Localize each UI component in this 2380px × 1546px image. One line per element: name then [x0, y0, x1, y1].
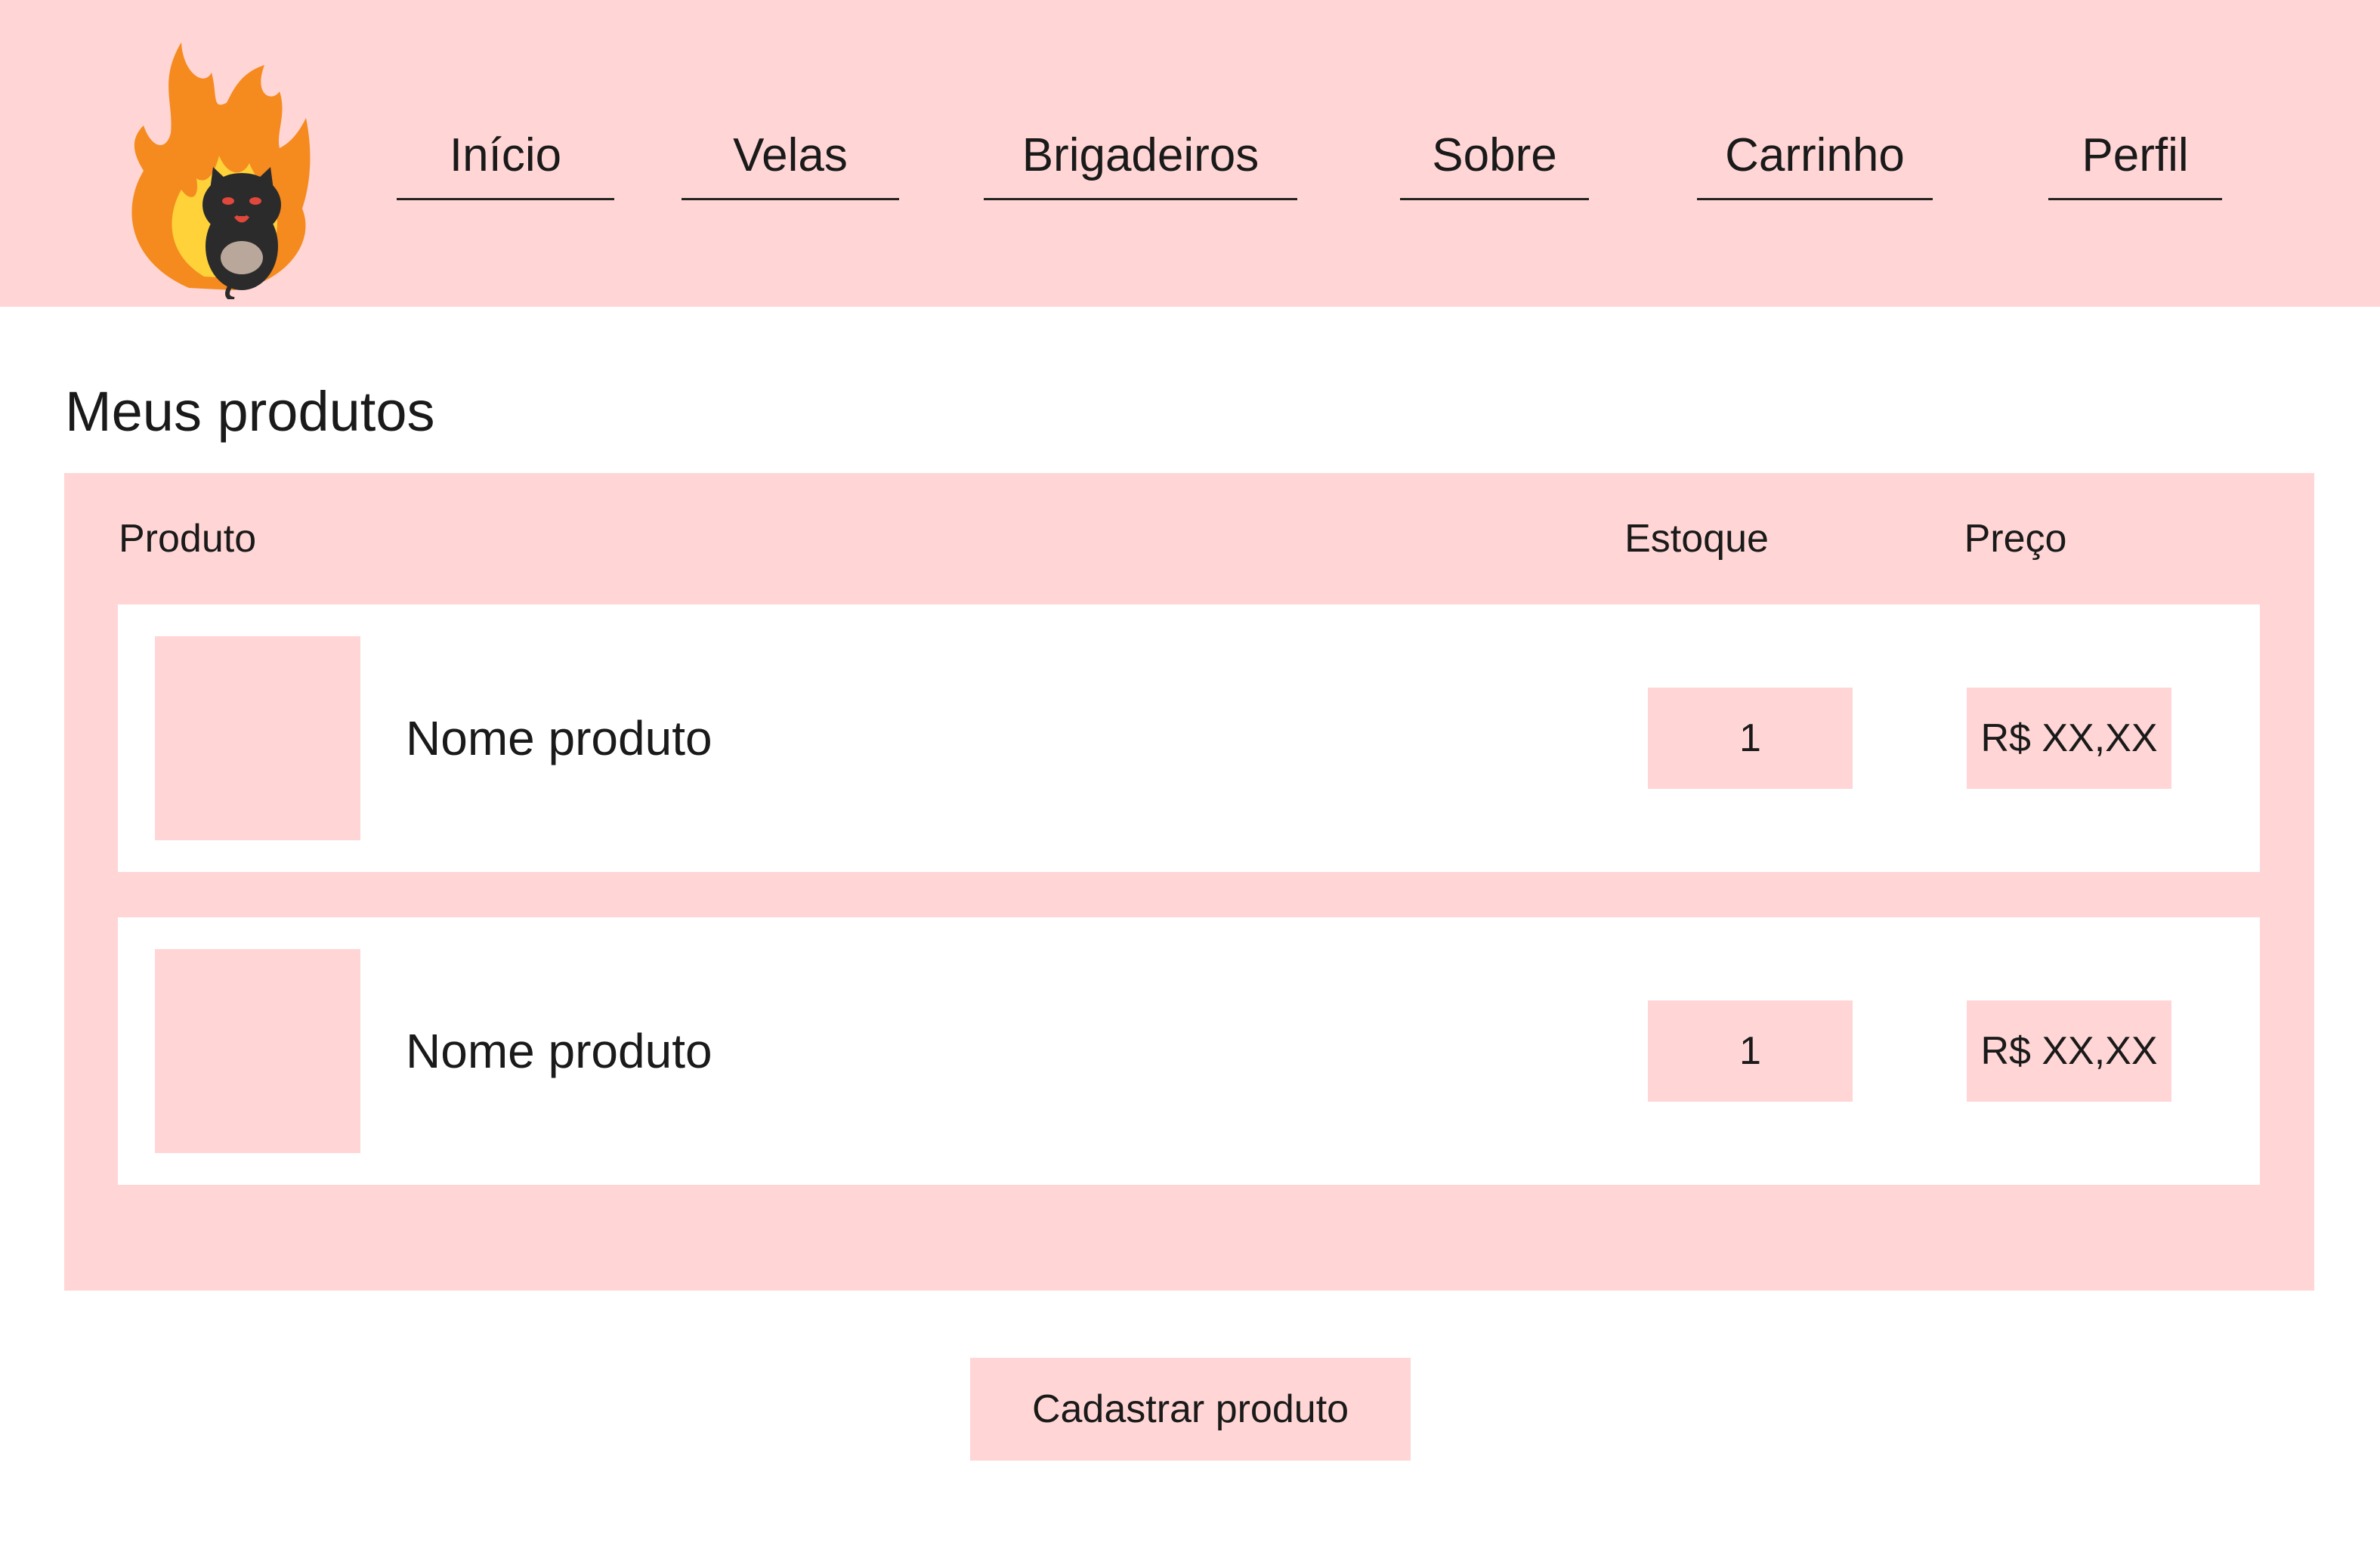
logo-graphic — [131, 42, 311, 301]
column-header-price: Preço — [1964, 517, 2067, 561]
nav-link-velas[interactable]: Velas — [682, 113, 899, 200]
cat-eye-right-shape — [249, 197, 261, 205]
column-header-stock: Estoque — [1624, 517, 1769, 561]
products-table: Produto Estoque Preço Nome produto 1 R$ … — [64, 473, 2314, 1291]
nav-link-perfil[interactable]: Perfil — [2048, 113, 2222, 200]
stock-field[interactable]: 1 — [1648, 688, 1853, 789]
cat-belly-shape — [221, 241, 263, 274]
column-header-product: Produto — [119, 517, 257, 561]
nav-link-sobre[interactable]: Sobre — [1400, 113, 1589, 200]
price-field[interactable]: R$ XX,XX — [1967, 1000, 2171, 1102]
table-row[interactable]: Nome produto 1 R$ XX,XX — [118, 604, 2260, 872]
product-name: Nome produto — [406, 1024, 712, 1078]
site-header: Início Velas Brigadeiros Sobre Carrinho … — [0, 0, 2380, 307]
flame-cat-logo-icon[interactable] — [98, 20, 355, 301]
price-field[interactable]: R$ XX,XX — [1967, 688, 2171, 789]
page-title: Meus produtos — [65, 380, 435, 443]
table-row[interactable]: Nome produto 1 R$ XX,XX — [118, 917, 2260, 1185]
product-image-placeholder — [155, 949, 360, 1153]
cat-eye-left-shape — [222, 197, 234, 205]
stock-field[interactable]: 1 — [1648, 1000, 1853, 1102]
nav-link-brigadeiros[interactable]: Brigadeiros — [984, 113, 1297, 200]
cat-mouth-shape — [233, 215, 250, 223]
register-product-button[interactable]: Cadastrar produto — [970, 1358, 1411, 1461]
product-name: Nome produto — [406, 711, 712, 765]
product-image-placeholder — [155, 636, 360, 840]
nav-link-carrinho[interactable]: Carrinho — [1697, 113, 1933, 200]
nav-link-inicio[interactable]: Início — [397, 113, 614, 200]
